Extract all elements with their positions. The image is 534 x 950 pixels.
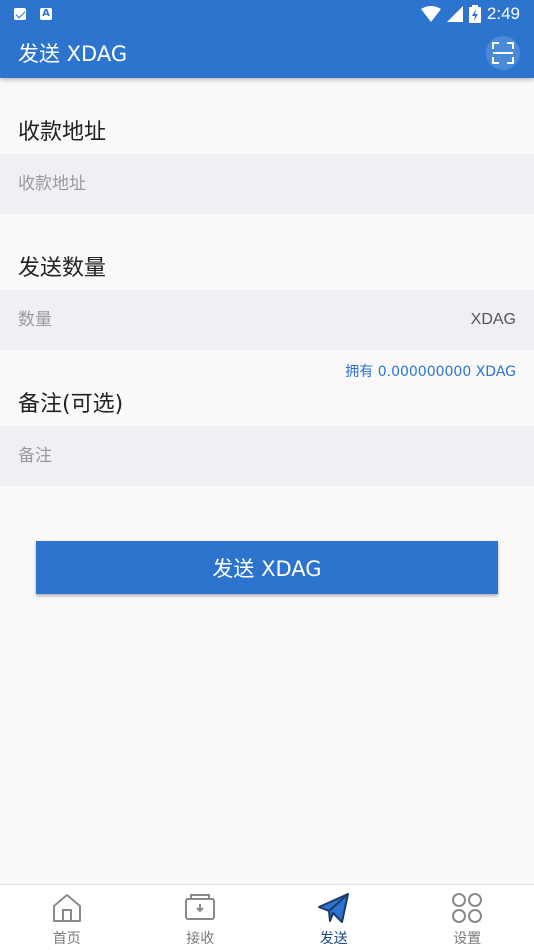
nav-item-settings[interactable]: 设置 [401, 885, 534, 950]
memo-field-row [0, 426, 534, 486]
amount-label: 发送数量 [18, 256, 107, 281]
scan-icon [492, 42, 514, 64]
mail-notification-icon [14, 8, 26, 20]
clock-time: 2:49 [486, 4, 520, 23]
settings-grid-icon [452, 893, 483, 923]
nav-item-receive[interactable]: 接收 [134, 885, 268, 950]
recipient-label: 收款地址 [18, 120, 107, 145]
home-icon [52, 894, 81, 922]
nav-item-home[interactable]: 首页 [0, 885, 134, 950]
amount-field-row: XDAG [0, 290, 534, 350]
amount-input[interactable] [18, 310, 398, 330]
memo-input[interactable] [18, 446, 398, 466]
signal-icon [446, 6, 463, 22]
status-notifications: A [14, 8, 52, 20]
nav-label-receive: 接收 [186, 931, 215, 947]
nav-label-send: 发送 [319, 931, 348, 947]
app-bar: 发送 XDAG [0, 28, 534, 78]
available-balance: 拥有 0.000000000 XDAG [345, 364, 516, 380]
send-xdag-button[interactable]: 发送 XDAG [36, 541, 498, 594]
wifi-icon [420, 6, 441, 22]
page-title: 发送 XDAG [18, 42, 128, 66]
nav-item-send[interactable]: 发送 [267, 885, 401, 950]
scan-qr-button[interactable] [486, 36, 520, 70]
amount-unit: XDAG [470, 311, 516, 328]
send-plane-icon [317, 893, 349, 923]
recipient-address-input[interactable] [18, 174, 398, 194]
battery-icon [468, 5, 481, 23]
nav-label-home: 首页 [52, 931, 81, 947]
status-indicators: 2:49 [420, 4, 520, 24]
memo-label: 备注(可选) [18, 392, 124, 417]
wallet-receive-icon [185, 894, 216, 920]
recipient-field-row [0, 154, 534, 214]
nav-label-settings: 设置 [453, 931, 482, 947]
bottom-navigation: 首页 接收 发送 设置 [0, 884, 534, 950]
status-bar: A 2:49 [0, 0, 534, 28]
font-notification-icon: A [40, 8, 52, 20]
